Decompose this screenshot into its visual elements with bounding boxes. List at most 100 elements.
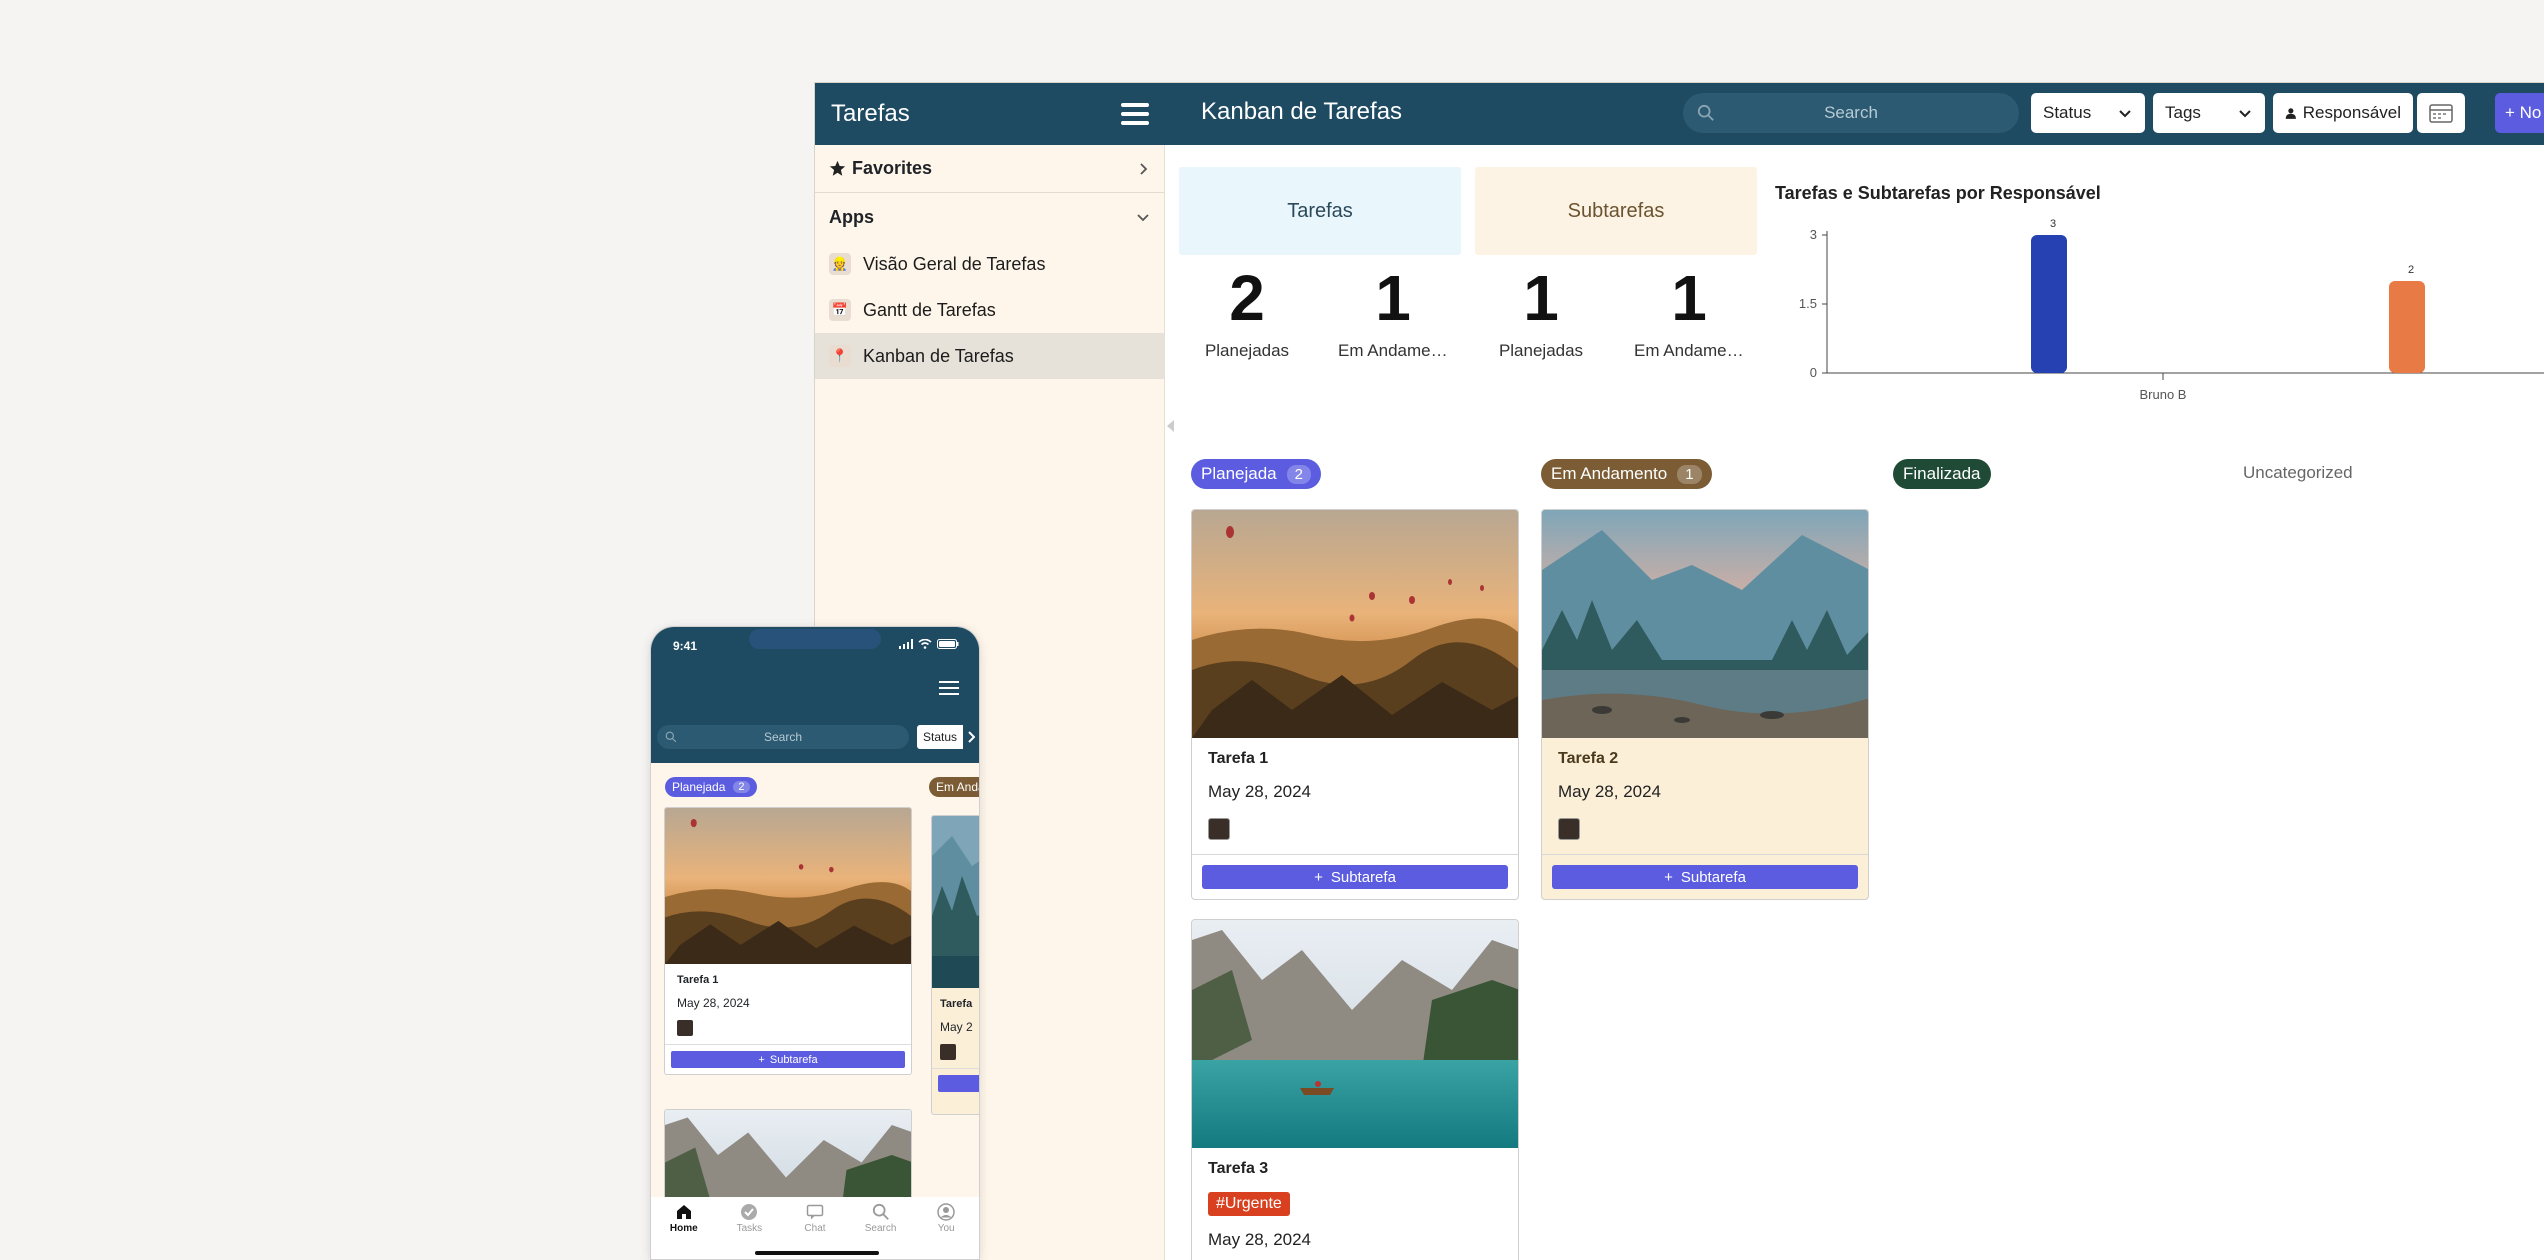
card-cover-image — [665, 1110, 911, 1197]
chevron-down-icon — [2239, 110, 2251, 118]
column-label: Finalizada — [1903, 464, 1981, 483]
user-icon — [2285, 108, 2296, 119]
column-count: 2 — [1286, 464, 1311, 484]
phone-frame: 9:41 Search Status Planejada 2 Em Andame… — [650, 626, 980, 1260]
avatar — [940, 1044, 956, 1060]
card-date: May 28, 2024 — [1208, 782, 1312, 801]
home-icon — [676, 1205, 691, 1219]
status-filter-label: Status — [2043, 103, 2092, 122]
subtarefas-planned-label: Planejadas — [1498, 341, 1584, 360]
top-bar: Kanban de Tarefas Search Status Tags Res… — [1165, 83, 2544, 145]
tarefas-planned-count: 2 — [1229, 262, 1265, 334]
search-icon — [1697, 104, 1714, 121]
battery-icon — [937, 639, 959, 649]
column-uncategorized[interactable]: Uncategorized — [2243, 463, 2353, 483]
nav-home[interactable]: Home — [656, 1203, 712, 1259]
sidebar-item-label: Gantt de Tarefas — [863, 299, 996, 320]
sidebar-item-visao-geral[interactable]: 👷 Visão Geral de Tarefas — [815, 241, 1164, 287]
home-indicator — [755, 1251, 879, 1255]
column-label: Em Andamento — [1551, 464, 1668, 483]
search-icon — [872, 1203, 889, 1220]
column-finalizada[interactable]: Finalizada — [1893, 459, 1991, 489]
add-subtask-button[interactable] — [938, 1075, 979, 1092]
status-filter[interactable]: Status — [2031, 93, 2145, 133]
plus-icon: + — [758, 1053, 765, 1066]
subtarefas-planned-count: 1 — [1523, 262, 1559, 334]
sidebar-item-kanban[interactable]: 📍 Kanban de Tarefas — [815, 333, 1164, 379]
apps-section[interactable]: Apps — [815, 193, 1164, 241]
phone-header: 9:41 Search Status — [651, 627, 979, 763]
sidebar-item-gantt[interactable]: 📅 Gantt de Tarefas — [815, 287, 1164, 333]
column-planejada[interactable]: Planejada 2 — [665, 777, 757, 797]
kanban-card[interactable]: Tarefa May 2 — [931, 815, 979, 1115]
card-cover-image — [932, 816, 979, 988]
scroll-right-icon[interactable] — [963, 725, 979, 749]
kanban-card[interactable]: Tarefa 3 #Urgente May 28, 2024 — [1191, 919, 1519, 1260]
sidebar-title: Tarefas — [831, 100, 910, 127]
tag-badge[interactable]: #Urgente — [1208, 1192, 1290, 1216]
tags-filter[interactable]: Tags — [2153, 93, 2265, 133]
bar — [2031, 235, 2067, 373]
subtarefas-progress-label: Em Andamento — [1634, 341, 1744, 360]
menu-icon[interactable] — [1121, 103, 1149, 125]
add-subtask-label: Subtarefa — [1330, 868, 1396, 886]
column-em-andamento[interactable]: Em Andamento — [929, 777, 979, 797]
y-tick-label: 1.5 — [1799, 296, 1817, 311]
kanban-card[interactable]: Tarefa 2 May 28, 2024 + Subtarefa — [1541, 509, 1869, 900]
tarefas-stat-label: Tarefas — [1287, 199, 1353, 222]
star-icon — [829, 160, 846, 176]
avatar — [1558, 818, 1580, 840]
check-circle-icon — [741, 1204, 758, 1220]
kanban-card[interactable]: Tarefa 1 May 28, 2024 + Subtarefa — [1191, 509, 1519, 900]
search-icon — [665, 731, 677, 743]
main-content: Tarefas Subtarefas 2 Planejadas 1 Em And… — [1165, 145, 2544, 1260]
nav-you[interactable]: You — [918, 1203, 974, 1259]
card-cover-image — [1192, 920, 1518, 1148]
add-subtask-button[interactable]: + Subtarefa — [671, 1051, 905, 1068]
sidebar-header: Tarefas — [815, 83, 1165, 145]
kanban-card[interactable]: Tarefa 1 May 28, 2024 + Subtarefa — [664, 807, 912, 1075]
plus-icon: + — [1664, 868, 1673, 886]
card-date: May 28, 2024 — [1558, 782, 1662, 801]
favorites-label: Favorites — [852, 158, 933, 178]
phone-status-icons — [899, 639, 959, 649]
tarefas-progress-count: 1 — [1375, 262, 1411, 334]
bar-label: 2 — [2408, 264, 2414, 276]
responsavel-filter-label: Responsável — [2302, 103, 2401, 122]
chart-title: Tarefas e Subtarefas por Responsável — [1775, 183, 2101, 203]
chevron-right-icon — [1140, 162, 1148, 175]
kanban-app-icon: 👷 — [829, 253, 851, 275]
sidebar-item-label: Visão Geral de Tarefas — [863, 253, 1046, 274]
column-label: Planejada — [672, 780, 726, 794]
calendar-app-icon: 📅 — [829, 299, 851, 321]
search-input[interactable]: Search — [1683, 93, 2019, 133]
responsavel-filter[interactable]: Responsável — [2273, 93, 2413, 133]
kanban-card[interactable] — [664, 1109, 912, 1197]
column-planejada[interactable]: Planejada 2 — [1191, 459, 1321, 489]
chevron-down-icon — [2119, 110, 2131, 118]
card-title: Tarefa 1 — [1208, 750, 1269, 767]
phone-time: 9:41 — [673, 639, 698, 653]
avatar — [677, 1020, 693, 1036]
add-subtask-button[interactable]: + Subtarefa — [1552, 865, 1858, 889]
calendar-view-button[interactable] — [2417, 93, 2465, 133]
apps-label: Apps — [829, 206, 874, 227]
add-subtask-button[interactable]: + Subtarefa — [1202, 865, 1508, 889]
x-tick-label: Bruno B — [2140, 387, 2187, 402]
sidebar-item-label: Kanban de Tarefas — [863, 345, 1014, 366]
new-task-button[interactable]: + No — [2495, 93, 2544, 133]
avatar — [1208, 818, 1230, 840]
collapse-handle-icon[interactable] — [1165, 419, 1175, 433]
phone-search-input[interactable]: Search — [657, 725, 909, 749]
wifi-icon — [918, 639, 932, 649]
card-cover-image — [1542, 510, 1868, 738]
card-title: Tarefa — [940, 998, 973, 1010]
user-circle-icon — [937, 1203, 955, 1221]
column-em-andamento[interactable]: Em Andamento 1 — [1541, 459, 1712, 489]
signal-icon — [899, 639, 913, 649]
calendar-icon — [2429, 104, 2453, 123]
menu-icon[interactable] — [939, 681, 959, 695]
column-count: 1 — [1677, 464, 1702, 484]
favorites-section[interactable]: Favorites — [815, 145, 1164, 193]
y-tick-label: 0 — [1810, 365, 1817, 380]
